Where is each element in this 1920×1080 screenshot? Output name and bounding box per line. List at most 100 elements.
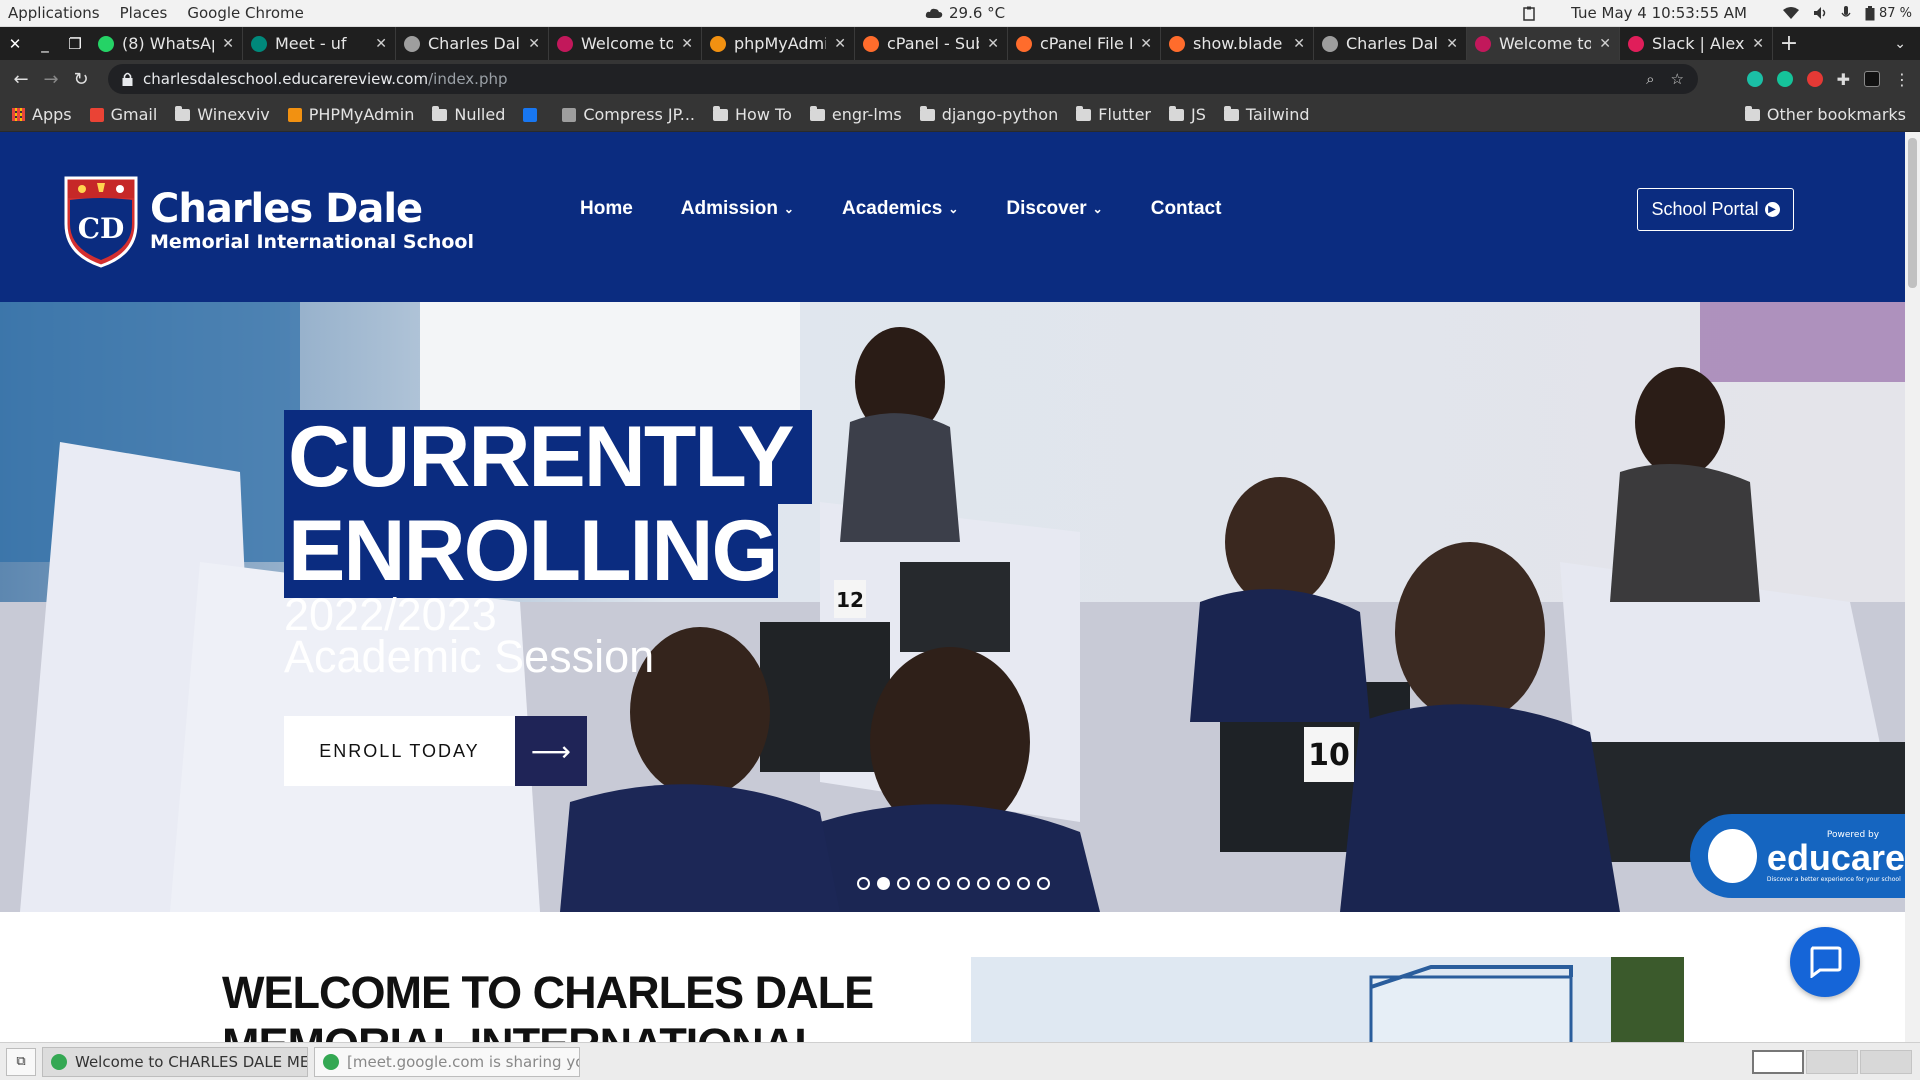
workspace-1[interactable]: [1752, 1049, 1804, 1074]
bookmark-label: JS: [1191, 105, 1206, 124]
weather-indicator[interactable]: 29.6 °C: [925, 4, 1005, 22]
page-scrollbar[interactable]: [1905, 132, 1920, 1042]
nav-item-academics[interactable]: Academics ⌄: [842, 198, 958, 220]
browser-tab[interactable]: phpMyAdmin ✕: [702, 27, 855, 60]
browser-tab[interactable]: Charles Dale ✕: [396, 27, 549, 60]
battery-indicator[interactable]: 87 %: [1865, 5, 1912, 21]
bookmark-item[interactable]: Tailwind: [1223, 105, 1310, 124]
minimize-window-icon[interactable]: _: [30, 35, 60, 53]
close-tab-icon[interactable]: ✕: [1293, 36, 1305, 52]
bookmark-label: How To: [735, 105, 792, 124]
workspace-2[interactable]: [1806, 1049, 1858, 1074]
close-tab-icon[interactable]: ✕: [834, 36, 846, 52]
browser-tab[interactable]: Meet - uf ✕: [243, 27, 396, 60]
bookmark-item[interactable]: How To: [713, 105, 792, 124]
scrollbar-thumb[interactable]: [1908, 138, 1917, 288]
reload-icon[interactable]: ↻: [66, 69, 96, 90]
zoom-icon[interactable]: ⌕: [1646, 70, 1654, 88]
workspace-switcher: [1752, 1049, 1912, 1074]
forward-icon[interactable]: →: [36, 69, 66, 90]
clipboard-icon[interactable]: [1523, 6, 1535, 21]
close-tab-icon[interactable]: ✕: [1599, 36, 1611, 52]
browser-tab[interactable]: (8) WhatsApp ✕: [90, 27, 243, 60]
educare-badge[interactable]: Powered by educare Discover a better exp…: [1690, 814, 1905, 898]
school-portal-button[interactable]: School Portal ▶: [1637, 188, 1794, 231]
extension-red-icon[interactable]: [1806, 71, 1823, 87]
bookmark-star-icon[interactable]: ☆: [1671, 70, 1684, 88]
profile-avatar[interactable]: [1864, 71, 1880, 87]
close-tab-icon[interactable]: ✕: [1446, 36, 1458, 52]
slider-dot[interactable]: [877, 877, 890, 890]
slider-dot[interactable]: [1037, 877, 1050, 890]
slider-dot[interactable]: [917, 877, 930, 890]
browser-tab[interactable]: cPanel - Sub ✕: [855, 27, 1008, 60]
browser-tab[interactable]: Slack | Alex ✕: [1620, 27, 1773, 60]
bookmark-item[interactable]: django-python: [919, 105, 1058, 124]
slider-dot[interactable]: [937, 877, 950, 890]
volume-icon[interactable]: [1813, 6, 1827, 20]
workspace-3[interactable]: [1860, 1049, 1912, 1074]
nav-item-home[interactable]: Home: [580, 198, 633, 220]
other-bookmarks[interactable]: Other bookmarks: [1744, 105, 1906, 124]
bookmark-item[interactable]: Nulled: [432, 105, 505, 124]
school-logo[interactable]: CD Charles Dale Memorial International S…: [62, 172, 474, 268]
lock-icon[interactable]: [122, 72, 133, 86]
bookmark-item[interactable]: Compress JP...: [562, 105, 695, 124]
new-tab-icon[interactable]: +: [1773, 31, 1805, 56]
taskbar-task[interactable]: [meet.google.com is sharing yo...: [314, 1046, 580, 1077]
nav-item-discover[interactable]: Discover ⌄: [1006, 198, 1102, 220]
slider-dot[interactable]: [1017, 877, 1030, 890]
browser-tab[interactable]: Welcome to ✕: [1467, 27, 1620, 60]
close-tab-icon[interactable]: ✕: [222, 36, 234, 52]
browser-tab[interactable]: Charles Dale ✕: [1314, 27, 1467, 60]
bookmark-item[interactable]: JS: [1169, 105, 1206, 124]
slider-dot[interactable]: [897, 877, 910, 890]
close-tab-icon[interactable]: ✕: [375, 36, 387, 52]
hero-slider[interactable]: 10 12 CURRENTLY ENROLLING 2022/2023 Acad…: [0, 302, 1905, 912]
grammarly-icon[interactable]: [1776, 71, 1793, 87]
chrome-menu-icon[interactable]: ⋮: [1894, 70, 1910, 89]
slider-dot[interactable]: [957, 877, 970, 890]
bookmark-item[interactable]: Winexviv: [175, 105, 270, 124]
arrow-right-icon: ⟶: [515, 716, 587, 786]
address-bar[interactable]: charlesdaleschool.educarereview.com/inde…: [108, 64, 1698, 94]
chrome-app-menu[interactable]: Google Chrome: [177, 4, 314, 22]
tab-favicon-icon: [98, 35, 114, 52]
nav-item-contact[interactable]: Contact: [1151, 198, 1222, 220]
chat-button[interactable]: [1790, 927, 1860, 997]
close-tab-icon[interactable]: ✕: [987, 36, 999, 52]
close-tab-icon[interactable]: ✕: [1140, 36, 1152, 52]
close-window-icon[interactable]: ✕: [0, 35, 30, 53]
browser-tab[interactable]: cPanel File M ✕: [1008, 27, 1161, 60]
places-menu[interactable]: Places: [110, 4, 178, 22]
clock[interactable]: Tue May 4 10:53:55 AM: [1571, 4, 1747, 22]
bookmark-item[interactable]: [523, 107, 544, 122]
restore-window-icon[interactable]: ❐: [60, 35, 90, 53]
extensions-puzzle-icon[interactable]: ✚: [1837, 70, 1850, 89]
bookmark-item[interactable]: Apps: [12, 105, 72, 124]
show-desktop-icon[interactable]: ⧉: [6, 1047, 36, 1076]
compress-icon: [562, 107, 577, 122]
bookmark-item[interactable]: PHPMyAdmin: [287, 105, 414, 124]
arrow-circle-right-icon: ▶: [1764, 202, 1780, 217]
applications-menu[interactable]: Applications: [0, 4, 110, 22]
microphone-icon[interactable]: [1841, 5, 1851, 21]
bookmark-item[interactable]: engr-lms: [809, 105, 902, 124]
bookmark-item[interactable]: Flutter: [1076, 105, 1151, 124]
nav-item-admission[interactable]: Admission ⌄: [681, 198, 794, 220]
close-tab-icon[interactable]: ✕: [681, 36, 693, 52]
wifi-icon[interactable]: [1782, 6, 1799, 20]
taskbar-task[interactable]: Welcome to CHARLES DALE ME...: [42, 1046, 308, 1077]
browser-tab[interactable]: show.blade ✕: [1161, 27, 1314, 60]
slider-dot[interactable]: [997, 877, 1010, 890]
bookmark-item[interactable]: Gmail: [89, 105, 157, 124]
extension-teal-icon[interactable]: [1746, 71, 1763, 87]
tab-search-icon[interactable]: ⌄: [1894, 36, 1906, 52]
slider-dot[interactable]: [977, 877, 990, 890]
slider-dot[interactable]: [857, 877, 870, 890]
close-tab-icon[interactable]: ✕: [528, 36, 540, 52]
enroll-today-button[interactable]: ENROLL TODAY ⟶: [284, 716, 587, 786]
browser-tab[interactable]: Welcome to ✕: [549, 27, 702, 60]
close-tab-icon[interactable]: ✕: [1752, 36, 1764, 52]
back-icon[interactable]: ←: [6, 69, 36, 90]
